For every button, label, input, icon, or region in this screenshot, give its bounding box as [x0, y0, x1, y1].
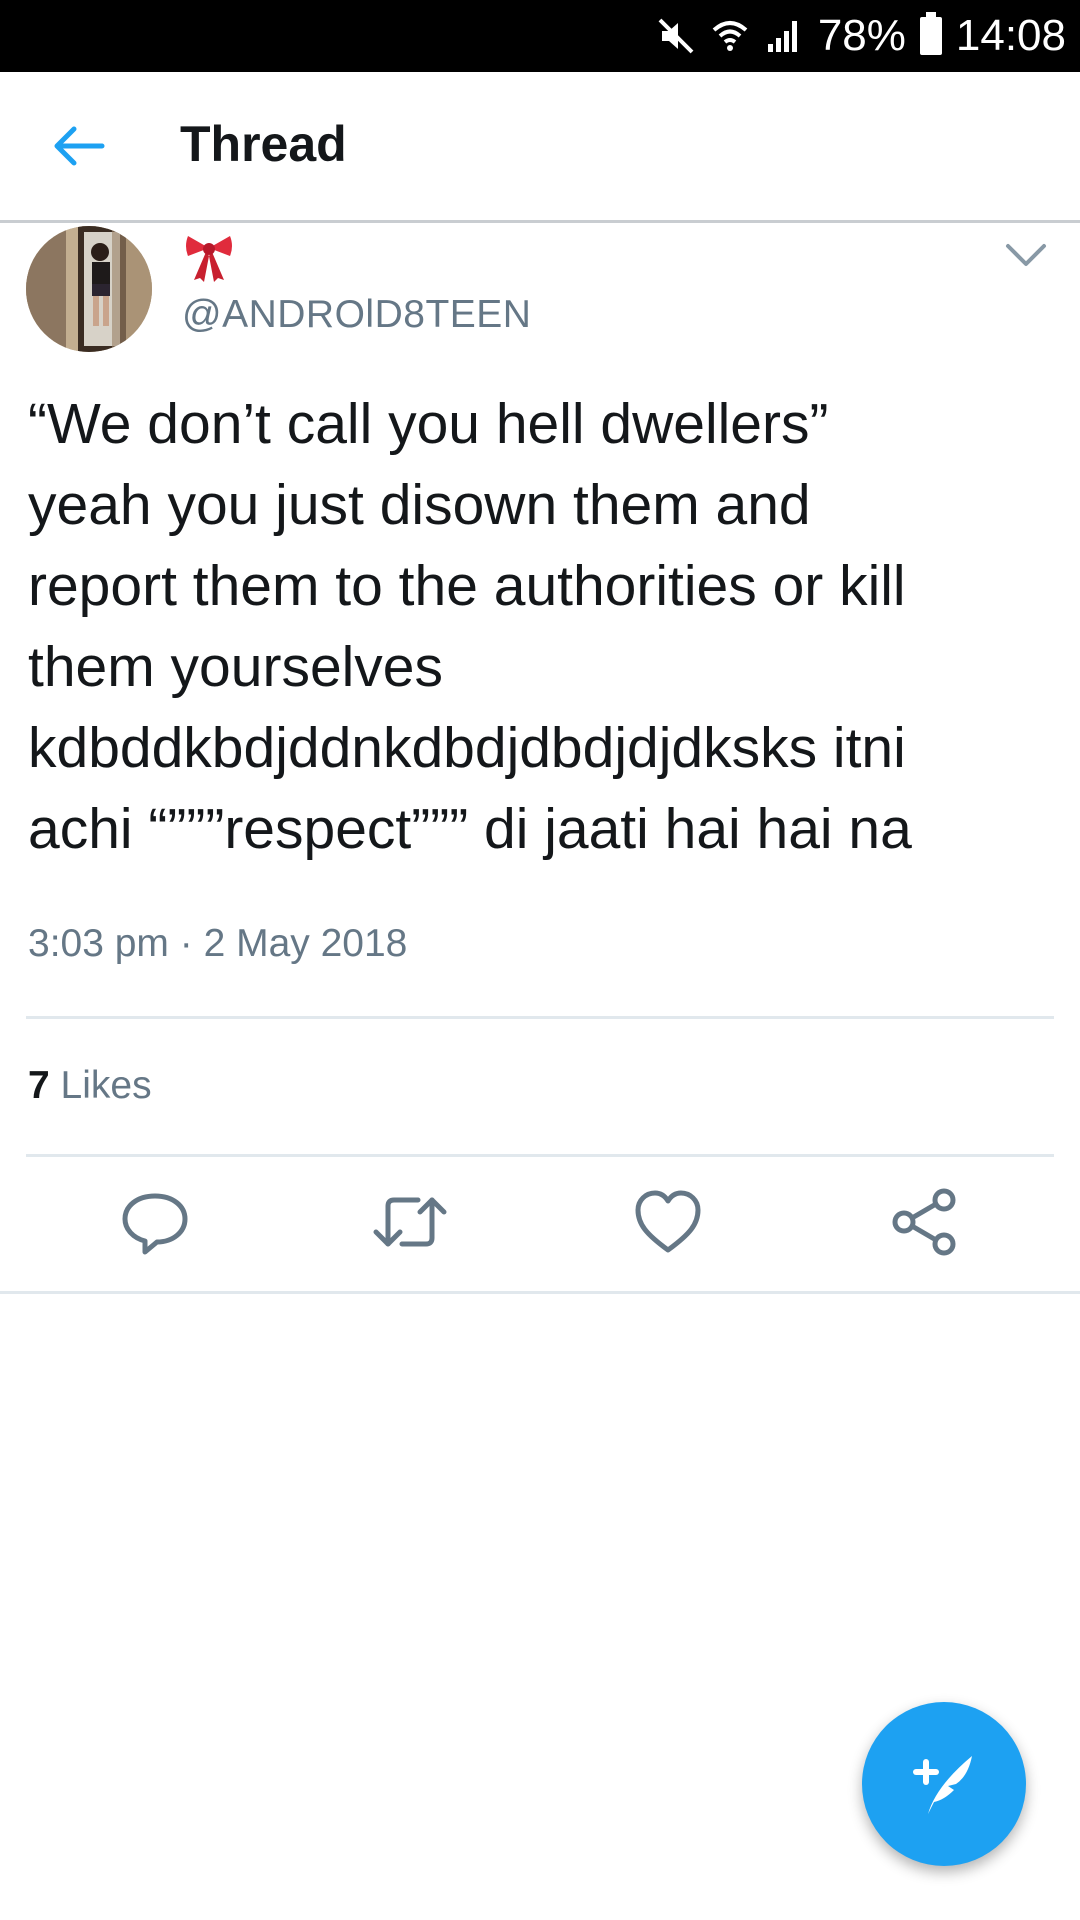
battery-percent: 78% [817, 11, 906, 60]
chevron-down-icon [1006, 244, 1046, 266]
divider [26, 1154, 1054, 1157]
app-header: Thread [0, 72, 1080, 223]
like-icon [635, 1190, 701, 1253]
status-icons: 78% 14:08 [656, 0, 1066, 72]
page-title: Thread [180, 116, 347, 172]
tweet-options-button[interactable] [1004, 240, 1048, 272]
ribbon-bow-emoji [182, 230, 236, 284]
user-handle[interactable]: @ANDROlD8TEEN [182, 290, 531, 340]
likes-stat[interactable]: 7 Likes [28, 1058, 152, 1114]
signal-icon [764, 16, 804, 56]
reply-icon [122, 1193, 188, 1255]
tweet-text-line: them yourselves [28, 635, 444, 699]
compose-tweet-icon [913, 1756, 972, 1814]
compose-tweet-button[interactable] [862, 1702, 1026, 1866]
likes-label: Likes [60, 1064, 152, 1107]
tweet-text: “We don’t call you hell dwellers” yeah y… [28, 384, 1058, 870]
battery-icon [919, 12, 942, 55]
avatar[interactable] [26, 226, 152, 352]
tweet-text-line: kdbddkbdjddnkdbdjdbdjdjdksks itni [28, 716, 906, 780]
likes-count: 7 [28, 1064, 50, 1107]
wifi-icon [710, 16, 750, 56]
clock: 14:08 [955, 11, 1066, 60]
retweet-button[interactable] [370, 1182, 450, 1262]
tweet-actions-bar [0, 1160, 1080, 1290]
share-button[interactable] [884, 1182, 964, 1262]
back-button[interactable] [46, 116, 110, 176]
reply-button[interactable] [115, 1182, 195, 1262]
status-bar: 78% 14:08 [0, 0, 1080, 72]
tweet-text-line: report them to the authorities or kill [28, 554, 906, 618]
tweet-text-line: yeah you just disown them and [28, 473, 811, 537]
like-button[interactable] [628, 1182, 708, 1262]
share-icon [892, 1188, 956, 1256]
back-arrow-icon [54, 126, 105, 166]
mute-icon [656, 16, 696, 56]
tweet-text-line: achi “”””respect””” di jaati hai hai na [28, 797, 912, 861]
tweet-text-line: “We don’t call you hell dwellers” [28, 392, 829, 456]
tweet-timestamp: 3:03 pm · 2 May 2018 [28, 922, 408, 965]
retweet-icon [373, 1197, 447, 1247]
divider [26, 1016, 1054, 1019]
divider [0, 1291, 1080, 1294]
